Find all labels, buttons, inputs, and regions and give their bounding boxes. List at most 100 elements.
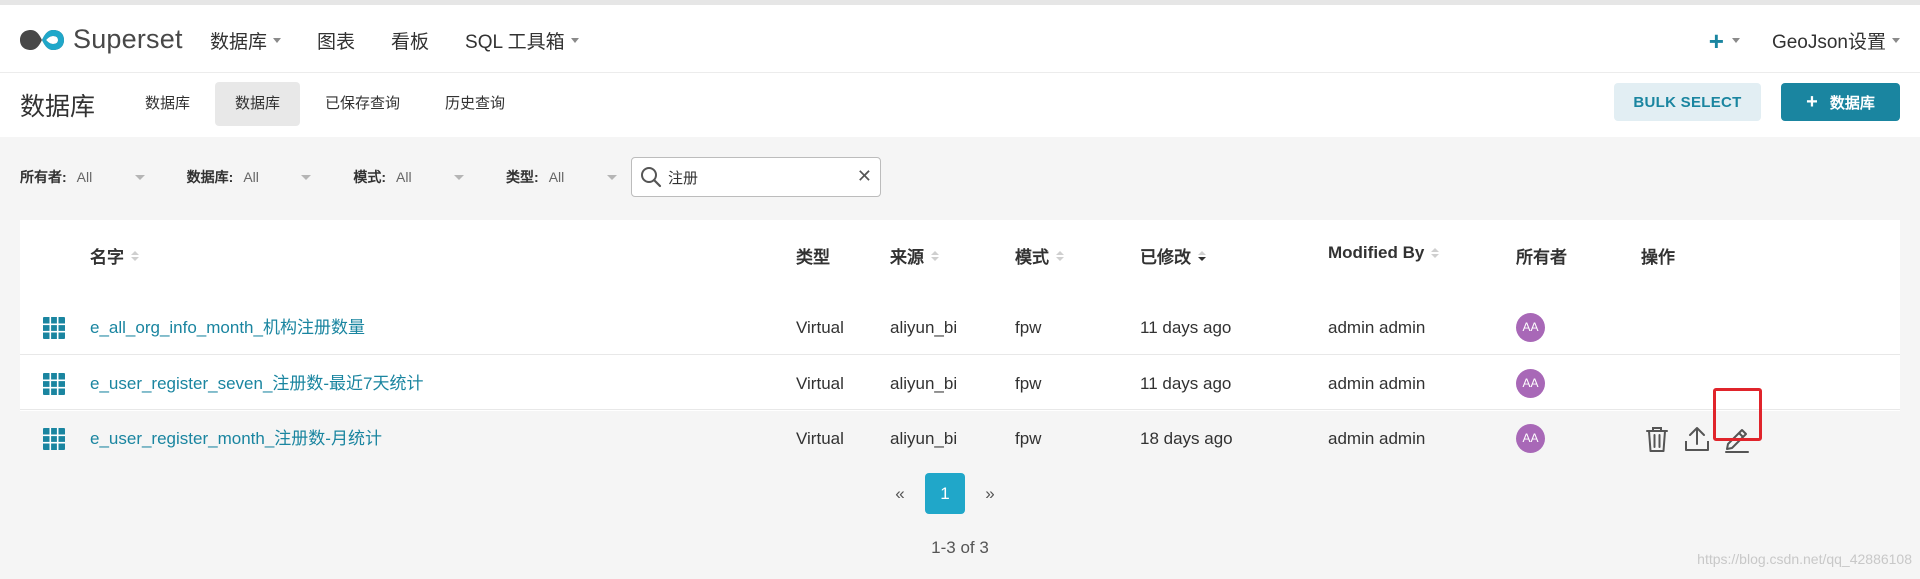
filter-owner[interactable]: 所有者: All	[20, 167, 161, 187]
column-header-label: 操作	[1641, 248, 1675, 267]
add-dataset-button[interactable]: + 数据库	[1781, 83, 1900, 121]
sub-tabs: 数据库 数据库 已保存查询 历史查询	[125, 82, 530, 126]
column-header-modified[interactable]: 已修改	[1140, 243, 1206, 268]
dataset-source: aliyun_bi	[890, 429, 958, 448]
column-header-type: 类型	[796, 243, 830, 268]
filter-value: All	[396, 169, 412, 185]
sort-icon	[131, 250, 139, 261]
menu-item-sql-lab[interactable]: SQL 工具箱	[465, 27, 579, 54]
caret-down-icon	[454, 174, 465, 180]
next-page-button[interactable]: »	[970, 484, 1010, 504]
add-dataset-label: 数据库	[1829, 94, 1875, 112]
filter-value: All	[76, 169, 93, 185]
tab-query-history[interactable]: 历史查询	[425, 82, 525, 126]
search-icon	[641, 167, 662, 188]
nav-right: + GeoJson设置	[1709, 27, 1900, 54]
column-header-owners: 所有者	[1516, 243, 1567, 268]
prev-page-button[interactable]: «	[880, 484, 920, 504]
dataset-schema: fpw	[1015, 429, 1042, 448]
dataset-type: Virtual	[796, 429, 844, 448]
column-header-actions: 操作	[1641, 243, 1675, 268]
page-title: 数据库	[20, 93, 96, 121]
sort-icon	[1056, 250, 1064, 261]
menu-item-data[interactable]: 数据库	[210, 27, 282, 54]
tab-databases[interactable]: 数据库	[125, 82, 210, 126]
dataset-modified: 11 days ago	[1140, 318, 1232, 337]
superset-logo-icon	[20, 29, 64, 50]
dataset-name-link[interactable]: e_user_register_month_注册数-月统计	[90, 411, 382, 466]
dataset-name-link[interactable]: e_user_register_seven_注册数-最近7天统计	[90, 356, 424, 411]
filter-label: 类型:	[506, 169, 539, 185]
export-button[interactable]	[1682, 424, 1712, 454]
column-header-source[interactable]: 来源	[890, 243, 939, 268]
dataset-schema: fpw	[1015, 374, 1042, 393]
filter-schema[interactable]: 模式: All	[353, 167, 480, 187]
table-row: e_all_org_info_month_机构注册数量 Virtual aliy…	[20, 300, 1900, 355]
dataset-schema: fpw	[1015, 318, 1042, 337]
top-navbar: Superset 数据库 图表 看板 SQL 工具箱 + GeoJson设置	[0, 0, 1920, 73]
dataset-modified-by: admin admin	[1328, 374, 1426, 393]
bulk-select-button[interactable]: BULK SELECT	[1614, 83, 1761, 121]
caret-down-icon	[570, 38, 579, 43]
filter-label: 数据库:	[186, 169, 234, 185]
filter-database[interactable]: 数据库: All	[187, 167, 328, 187]
main-menu: 数据库 图表 看板 SQL 工具箱	[210, 27, 615, 54]
column-header-schema[interactable]: 模式	[1015, 243, 1064, 268]
column-header-label: 所有者	[1516, 248, 1567, 267]
dataset-name-link[interactable]: e_all_org_info_month_机构注册数量	[90, 300, 365, 355]
row-count-summary: 1-3 of 3	[931, 538, 989, 557]
filter-value: All	[548, 169, 565, 185]
watermark-text: https://blog.csdn.net/qq_42886108	[1697, 551, 1912, 567]
column-header-label: 来源	[890, 248, 924, 267]
menu-item-label: 图表	[317, 32, 356, 53]
highlight-box	[1713, 388, 1762, 441]
caret-down-icon	[301, 174, 312, 180]
dataset-modified: 18 days ago	[1140, 429, 1233, 448]
page-1-button[interactable]: 1	[925, 473, 965, 514]
upload-icon	[1685, 426, 1709, 451]
column-header-label: 模式	[1015, 248, 1049, 267]
menu-item-label: 数据库	[210, 32, 268, 53]
caret-down-icon	[273, 38, 282, 43]
superset-logo[interactable]: Superset	[19, 24, 183, 55]
sub-header: 数据库 数据库 数据库 已保存查询 历史查询 BULK SELECT + 数据库	[0, 73, 1920, 137]
delete-button[interactable]	[1642, 424, 1672, 454]
column-header-label: 名字	[90, 248, 124, 267]
table-icon	[43, 428, 65, 450]
plus-icon: +	[1708, 25, 1724, 56]
new-dropdown[interactable]: +	[1709, 28, 1740, 54]
caret-down-icon	[134, 174, 145, 180]
column-header-modified-by[interactable]: Modified By	[1328, 243, 1440, 263]
sort-icon	[931, 250, 939, 261]
filter-label: 模式:	[353, 169, 387, 185]
sort-icon	[1431, 248, 1440, 258]
settings-label: GeoJson设置	[1771, 32, 1886, 53]
dataset-source: aliyun_bi	[890, 318, 958, 337]
menu-item-dashboards[interactable]: 看板	[391, 27, 429, 54]
column-header-label: Modified By	[1328, 243, 1425, 262]
settings-dropdown[interactable]: GeoJson设置	[1772, 27, 1900, 54]
menu-item-label: 看板	[391, 32, 430, 53]
table-row: e_user_register_seven_注册数-最近7天统计 Virtual…	[20, 356, 1900, 410]
filter-type[interactable]: 类型: All	[506, 167, 633, 187]
avatar[interactable]: AA	[1516, 424, 1545, 453]
caret-down-icon	[606, 174, 617, 180]
trash-icon	[1646, 426, 1668, 452]
menu-item-label: SQL 工具箱	[465, 32, 565, 53]
menu-item-charts[interactable]: 图表	[317, 27, 355, 54]
search-input[interactable]	[668, 168, 848, 186]
column-header-name[interactable]: 名字	[90, 243, 139, 268]
table-icon	[43, 373, 65, 395]
tab-datasets[interactable]: 数据库	[215, 82, 301, 126]
datasets-table: 名字 类型 来源 模式 已修改 Modified By 所有者 操作 e_all…	[20, 220, 1900, 466]
dataset-source: aliyun_bi	[890, 374, 958, 393]
clear-icon[interactable]: ✕	[857, 166, 872, 187]
avatar[interactable]: AA	[1516, 369, 1545, 398]
filter-label: 所有者:	[20, 169, 67, 185]
caret-down-icon	[1892, 38, 1900, 43]
filter-value: All	[243, 169, 259, 185]
tab-saved-queries[interactable]: 已保存查询	[305, 82, 420, 126]
avatar[interactable]: AA	[1516, 313, 1545, 342]
table-icon	[43, 317, 65, 339]
plus-icon: +	[1806, 90, 1818, 113]
